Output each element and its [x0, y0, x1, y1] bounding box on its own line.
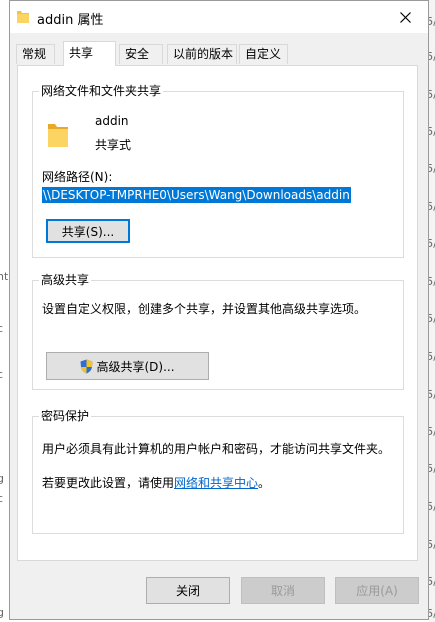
- share-button[interactable]: 共享(S)...: [46, 219, 130, 243]
- background-fragment: nt: [0, 270, 9, 283]
- hint-suffix: 。: [258, 476, 271, 490]
- sharing-panel: 网络文件和文件夹共享 addin 共享式 网络路径(N): \\DESKTOP-…: [17, 65, 418, 561]
- close-dialog-button[interactable]: 关闭: [146, 577, 230, 604]
- tab-sharing[interactable]: 共享: [63, 41, 116, 66]
- advanced-share-group: 高级共享 设置自定义权限，创建多个共享，并设置其他高级共享选项。 高级共享(D)…: [32, 273, 404, 390]
- tab-previous-versions[interactable]: 以前的版本: [167, 44, 237, 64]
- background-fragment: c: [0, 322, 4, 335]
- properties-dialog: addin 属性 常规 共享 安全 以前的版本 自定义 网络文件和文件夹共享 a…: [9, 0, 429, 620]
- folder-icon: [16, 9, 30, 28]
- password-protection-title: 密码保护: [39, 409, 92, 423]
- background-fragment: g: [0, 472, 4, 485]
- folder-name: addin: [95, 114, 129, 128]
- background-fragment: c: [0, 492, 4, 505]
- tab-security[interactable]: 安全: [119, 44, 163, 64]
- uac-shield-icon: [80, 359, 93, 373]
- network-share-title: 网络文件和文件夹共享: [39, 84, 164, 98]
- background-fragment: g: [0, 606, 4, 619]
- background-fragment: c: [0, 368, 4, 381]
- window-title: addin 属性: [37, 13, 104, 28]
- tab-customize[interactable]: 自定义: [239, 44, 288, 64]
- network-path-value[interactable]: \\DESKTOP-TMPRHE0\Users\Wang\Downloads\a…: [42, 187, 351, 203]
- share-status: 共享式: [95, 138, 132, 152]
- network-path-label: 网络路径(N):: [42, 170, 113, 184]
- network-sharing-center-link[interactable]: 网络和共享中心: [174, 476, 258, 490]
- password-protection-hint: 若要更改此设置，请使用网络和共享中心。: [42, 474, 270, 491]
- password-protection-group: 密码保护 用户必须具有此计算机的用户帐户和密码，才能访问共享文件夹。 若要更改此…: [32, 409, 404, 534]
- network-share-group: 网络文件和文件夹共享 addin 共享式 网络路径(N): \\DESKTOP-…: [32, 84, 404, 258]
- advanced-share-button[interactable]: 高级共享(D)...: [46, 352, 209, 380]
- apply-button[interactable]: 应用(A): [335, 577, 419, 604]
- password-protection-text: 用户必须具有此计算机的用户帐户和密码，才能访问共享文件夹。: [42, 442, 391, 456]
- title-bar: addin 属性: [10, 1, 428, 33]
- tab-general[interactable]: 常规: [16, 44, 55, 64]
- close-button[interactable]: [382, 1, 428, 33]
- advanced-share-title: 高级共享: [39, 273, 92, 287]
- advanced-share-button-label: 高级共享(D)...: [96, 359, 175, 374]
- close-icon: [399, 11, 411, 23]
- cancel-button[interactable]: 取消: [241, 577, 325, 604]
- advanced-share-description: 设置自定义权限，创建多个共享，并设置其他高级共享选项。: [42, 302, 367, 316]
- folder-icon: [47, 121, 69, 152]
- hint-prefix: 若要更改此设置，请使用: [42, 476, 175, 490]
